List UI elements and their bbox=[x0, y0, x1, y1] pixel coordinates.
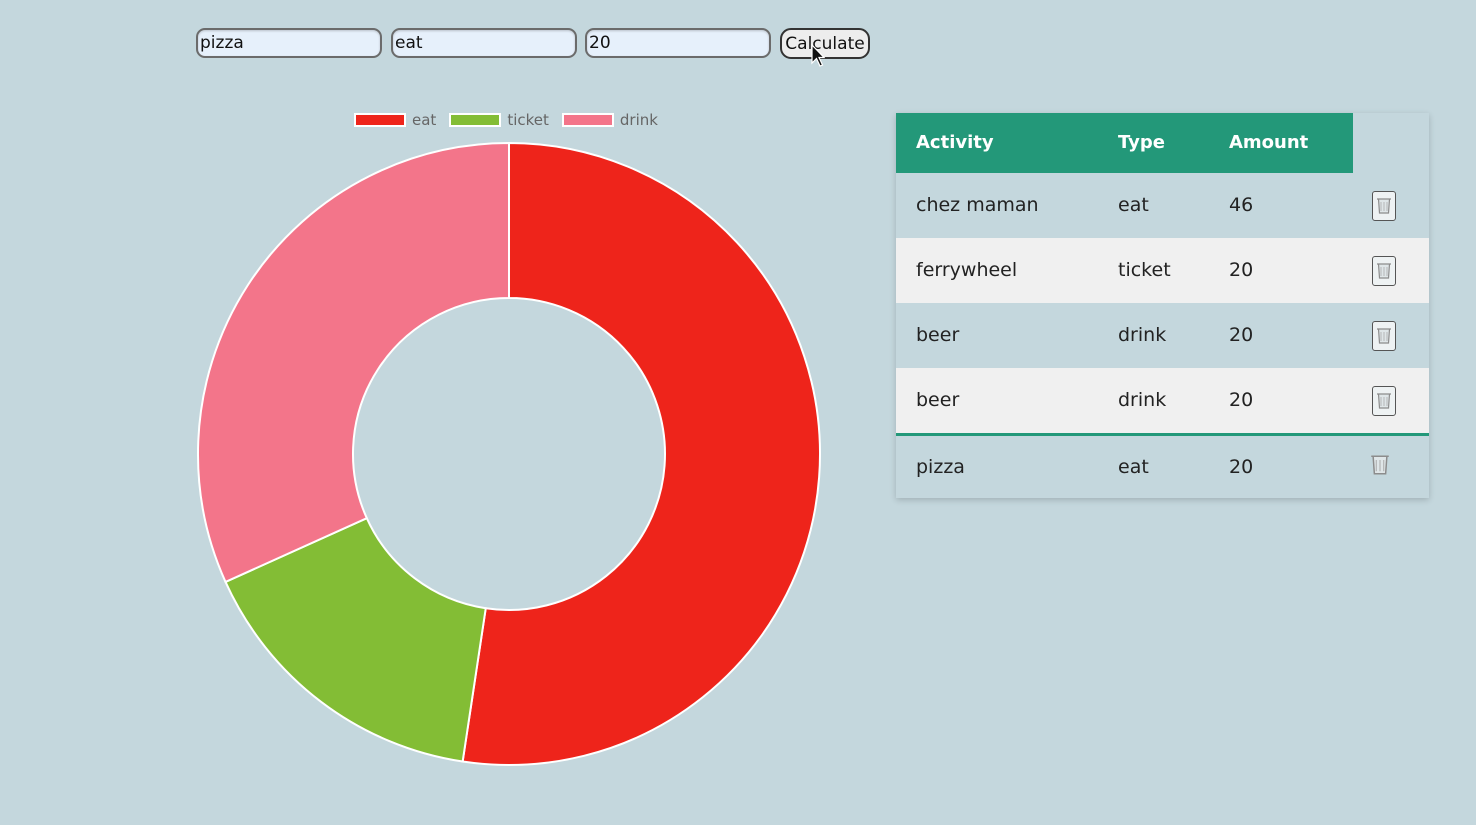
cell-amount: 46 bbox=[1229, 194, 1254, 216]
table-row: beer drink 20 bbox=[896, 368, 1429, 433]
cell-activity: beer bbox=[916, 324, 960, 346]
table-row: pizza eat 20 bbox=[896, 433, 1429, 498]
cell-activity: chez maman bbox=[916, 194, 1039, 216]
slice-drink[interactable] bbox=[197, 141, 510, 584]
cell-type: drink bbox=[1118, 389, 1167, 411]
delete-button[interactable] bbox=[1372, 191, 1396, 221]
cell-type: drink bbox=[1118, 324, 1167, 346]
table-header: Activity Type Amount bbox=[896, 113, 1353, 173]
cell-activity: beer bbox=[916, 389, 960, 411]
slice-eat[interactable] bbox=[461, 141, 821, 766]
table-row: ferrywheel ticket 20 bbox=[896, 238, 1429, 303]
table-row: chez maman eat 46 bbox=[896, 173, 1429, 238]
delete-button[interactable] bbox=[1372, 256, 1396, 286]
cell-activity: pizza bbox=[916, 456, 965, 478]
header-amount: Amount bbox=[1229, 132, 1309, 153]
cell-amount: 20 bbox=[1229, 389, 1254, 411]
cell-activity: ferrywheel bbox=[916, 259, 1018, 281]
cell-type: eat bbox=[1118, 194, 1149, 216]
trash-icon bbox=[1377, 263, 1391, 279]
cell-amount: 20 bbox=[1229, 324, 1254, 346]
header-activity: Activity bbox=[916, 132, 994, 153]
trash-icon bbox=[1377, 198, 1391, 214]
expenses-table: Activity Type Amount chez maman eat 46 f… bbox=[896, 113, 1429, 498]
delete-button[interactable] bbox=[1372, 386, 1396, 416]
cell-type: ticket bbox=[1118, 259, 1171, 281]
header-type: Type bbox=[1118, 132, 1165, 153]
trash-icon bbox=[1377, 393, 1391, 409]
cell-type: eat bbox=[1118, 456, 1149, 478]
delete-button[interactable] bbox=[1370, 452, 1394, 482]
trash-icon bbox=[1377, 328, 1391, 344]
doughnut-chart bbox=[197, 141, 821, 766]
cell-amount: 20 bbox=[1229, 259, 1254, 281]
trash-icon bbox=[1371, 455, 1389, 475]
delete-button[interactable] bbox=[1372, 321, 1396, 351]
cell-amount: 20 bbox=[1229, 456, 1254, 478]
table-row: beer drink 20 bbox=[896, 303, 1429, 368]
